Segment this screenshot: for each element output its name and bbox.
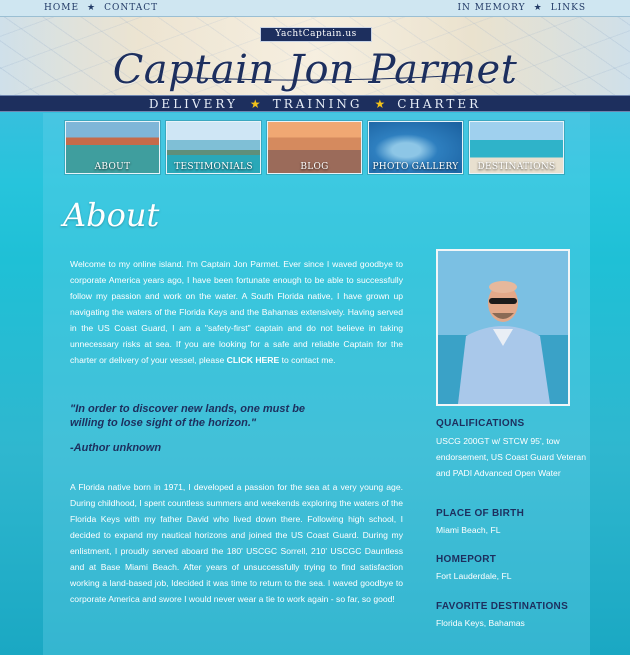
homeport-text: Fort Lauderdale, FL <box>436 571 512 581</box>
intro-paragraph: Welcome to my online island. I'm Captain… <box>70 256 403 368</box>
thumb-testimonials[interactable]: TESTIMONIALS <box>166 121 261 174</box>
thumb-destinations[interactable]: DESTINATIONS <box>469 121 564 174</box>
thumb-label: DESTINATIONS <box>477 162 556 172</box>
thumb-label: TESTIMONIALS <box>174 162 253 172</box>
thumb-label: BLOG <box>300 162 329 172</box>
site-title: Captain Jon Parmet <box>112 47 518 93</box>
place-of-birth-heading: PLACE OF BIRTH <box>436 508 525 519</box>
star-icon: ★ <box>533 3 543 13</box>
thumb-about[interactable]: ABOUT <box>65 121 160 174</box>
contact-link[interactable]: CLICK HERE <box>227 355 280 365</box>
place-of-birth-text: Miami Beach, FL <box>436 525 501 535</box>
captain-figure <box>458 281 550 404</box>
intro-text: Welcome to my online island. I'm Captain… <box>70 259 403 365</box>
thumb-photo-gallery[interactable]: PHOTO GALLERY <box>368 121 463 174</box>
thumb-blog[interactable]: BLOG <box>267 121 362 174</box>
nav-contact-link[interactable]: CONTACT <box>104 3 158 13</box>
quote-text: "In order to discover new lands, one mus… <box>70 403 306 429</box>
intro-text-end: to contact me. <box>279 355 336 365</box>
service-charter: CHARTER <box>397 96 482 111</box>
service-training: TRAINING <box>272 96 363 111</box>
star-icon: ★ <box>249 96 261 111</box>
title-swash-decoration <box>174 74 466 81</box>
top-nav-bar: HOME ★ CONTACT IN MEMORY ★ LINKS <box>0 0 630 17</box>
qualifications-heading: QUALIFICATIONS <box>436 418 525 429</box>
service-delivery: DELIVERY <box>148 96 238 111</box>
services-bar: DELIVERY ★ TRAINING ★ CHARTER <box>0 95 630 112</box>
thumb-label: PHOTO GALLERY <box>372 162 459 172</box>
nav-in-memory-link[interactable]: IN MEMORY <box>458 3 526 13</box>
thumb-label: ABOUT <box>94 162 131 172</box>
qualifications-text: USCG 200GT w/ STCW 95', tow endorsement,… <box>436 436 586 478</box>
favorite-destinations-heading: FAVORITE DESTINATIONS <box>436 601 569 612</box>
favorite-destinations-text: Florida Keys, Bahamas <box>436 618 525 628</box>
nav-links-link[interactable]: LINKS <box>551 3 586 13</box>
top-nav-left: HOME ★ CONTACT <box>44 3 158 13</box>
thumbnail-nav: ABOUT TESTIMONIALS BLOG PHOTO GALLERY DE… <box>65 121 564 174</box>
nav-home-link[interactable]: HOME <box>44 3 79 13</box>
homeport-heading: HOMEPORT <box>436 554 497 565</box>
captain-photo <box>436 249 570 406</box>
quote-author: -Author unknown <box>70 442 162 454</box>
top-nav-right: IN MEMORY ★ LINKS <box>458 3 587 13</box>
page-title: About <box>63 196 160 234</box>
bio-paragraph: A Florida native born in 1971, I develop… <box>70 482 403 604</box>
brand-tab[interactable]: YachtCaptain.us <box>260 27 372 42</box>
star-icon: ★ <box>374 96 386 111</box>
header-banner: YachtCaptain.us Captain Jon Parmet <box>0 17 630 95</box>
star-icon: ★ <box>87 3 97 13</box>
